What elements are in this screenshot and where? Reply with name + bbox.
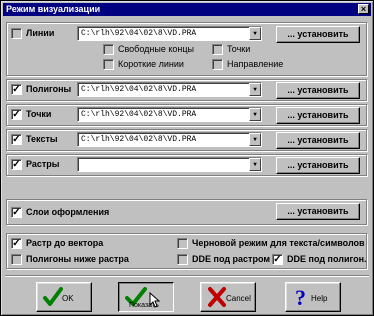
points-option-label: Точки xyxy=(227,44,251,54)
close-x-icon xyxy=(208,287,226,307)
title-bar: Режим визуализации × xyxy=(3,3,371,16)
question-mark-icon: ? xyxy=(295,286,306,308)
direction-label: Направление xyxy=(227,59,284,69)
svg-text:?: ? xyxy=(295,286,306,308)
window-title: Режим визуализации xyxy=(6,4,101,14)
short-lines-checkbox[interactable] xyxy=(103,59,114,70)
lines-checkbox[interactable] xyxy=(11,28,22,39)
texts-path-value: C:\rlh\92\04\02\8\VD.PRA xyxy=(81,135,197,144)
rasters-path-combo[interactable]: ▼ xyxy=(77,157,262,172)
cancel-label: Cancel xyxy=(226,294,251,303)
rasters-install-button[interactable]: ... установить xyxy=(276,157,360,174)
layout-layers-checkbox[interactable]: ✓ xyxy=(11,207,22,218)
dde-under-raster-checkbox[interactable] xyxy=(177,254,188,265)
rasters-checkbox[interactable]: ✓ xyxy=(11,159,22,170)
dde-under-polygon-label: DDE под полигон. xyxy=(287,254,367,264)
checkmark-icon xyxy=(43,287,63,306)
lines-path-value: C:\rlh\92\04\02\8\VD.PRA xyxy=(81,29,197,38)
cancel-button[interactable]: Cancel xyxy=(200,282,256,312)
draft-mode-checkbox[interactable] xyxy=(177,238,188,249)
dropdown-arrow-icon[interactable]: ▼ xyxy=(249,158,261,171)
polygons-label: Полигоны xyxy=(26,84,72,94)
free-ends-checkbox[interactable] xyxy=(103,44,114,55)
direction-checkbox[interactable] xyxy=(212,59,223,70)
points-install-button[interactable]: ... установить xyxy=(276,107,360,124)
points-path-value: C:\rlh\92\04\02\8\VD.PRA xyxy=(81,110,197,119)
texts-checkbox[interactable]: ✓ xyxy=(11,134,22,145)
dde-under-raster-label: DDE под растром xyxy=(192,254,270,264)
polygons-path-value: C:\rlh\92\04\02\8\VD.PRA xyxy=(81,85,197,94)
dialog-window: Режим визуализации × Линии C:\rlh\92\04\… xyxy=(0,0,374,316)
points-path-combo[interactable]: C:\rlh\92\04\02\8\VD.PRA ▼ xyxy=(77,107,262,122)
polygons-below-raster-checkbox[interactable] xyxy=(11,254,22,265)
draft-mode-label: Черновой режим для текста/символов xyxy=(192,238,365,248)
layout-layers-install-button[interactable]: ... установить xyxy=(276,203,360,220)
layout-layers-label: Слои оформления xyxy=(26,207,110,217)
raster-to-vector-label: Растр до вектора xyxy=(26,238,104,248)
dropdown-arrow-icon[interactable]: ▼ xyxy=(249,108,261,121)
points-option-checkbox[interactable] xyxy=(212,44,223,55)
ok-button[interactable]: OK xyxy=(36,282,92,312)
help-label: Help xyxy=(311,294,328,303)
dropdown-arrow-icon[interactable]: ▼ xyxy=(249,133,261,146)
mouse-cursor-icon xyxy=(149,292,161,308)
free-ends-label: Свободные концы xyxy=(118,44,194,54)
points-label: Точки xyxy=(26,109,52,119)
texts-path-combo[interactable]: C:\rlh\92\04\02\8\VD.PRA ▼ xyxy=(77,132,262,147)
rasters-label: Растры xyxy=(26,159,60,169)
short-lines-label: Короткие линии xyxy=(118,59,184,69)
ok-label: OK xyxy=(62,294,74,303)
help-button[interactable]: ? Help xyxy=(285,282,341,312)
close-button[interactable]: × xyxy=(358,4,369,14)
lines-install-button[interactable]: ... установить xyxy=(276,26,360,43)
points-checkbox[interactable]: ✓ xyxy=(11,109,22,120)
polygons-install-button[interactable]: ... установить xyxy=(276,82,360,99)
dropdown-arrow-icon[interactable]: ▼ xyxy=(249,27,261,40)
lines-path-combo[interactable]: C:\rlh\92\04\02\8\VD.PRA ▼ xyxy=(77,26,262,41)
show-button[interactable]: Показать xyxy=(118,282,174,312)
polygons-checkbox[interactable]: ✓ xyxy=(11,84,22,95)
separator xyxy=(5,275,369,277)
polygons-path-combo[interactable]: C:\rlh\92\04\02\8\VD.PRA ▼ xyxy=(77,82,262,97)
lines-label: Линии xyxy=(26,28,55,38)
dropdown-arrow-icon[interactable]: ▼ xyxy=(249,83,261,96)
texts-install-button[interactable]: ... установить xyxy=(276,132,360,149)
raster-to-vector-checkbox[interactable]: ✓ xyxy=(11,238,22,249)
texts-label: Тексты xyxy=(26,134,58,144)
dde-under-polygon-checkbox[interactable]: ✓ xyxy=(272,254,283,265)
polygons-below-raster-label: Полигоны ниже растра xyxy=(26,254,129,264)
